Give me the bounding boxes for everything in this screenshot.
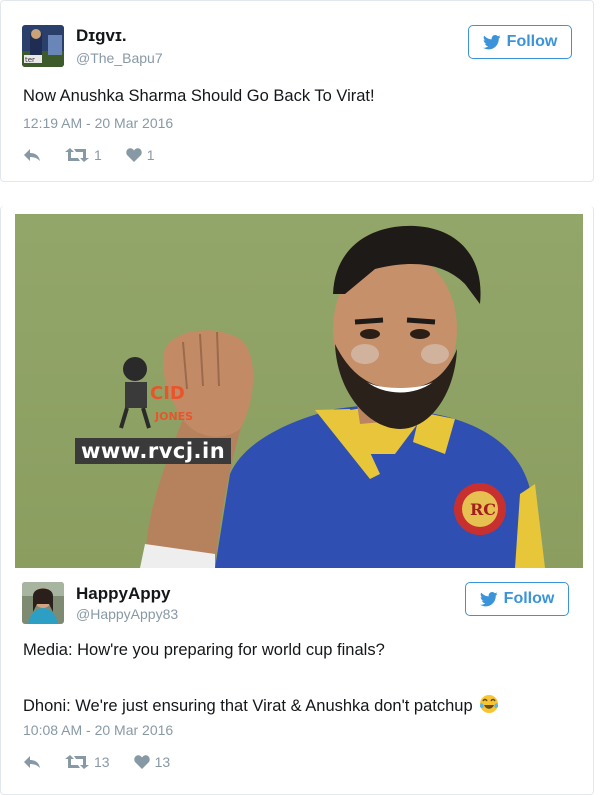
heart-icon (133, 755, 150, 769)
tweet-timestamp[interactable]: 10:08 AM - 20 Mar 2016 (23, 722, 173, 738)
like-count: 1 (146, 147, 155, 163)
rcb-badge-text: RC (470, 500, 496, 519)
tweet-text-line2-content: Dhoni: We're just ensuring that Virat & … (23, 697, 473, 715)
like-button[interactable]: 1 (126, 147, 155, 163)
tears-of-joy-emoji (479, 695, 498, 713)
avatar[interactable] (22, 582, 64, 624)
like-button[interactable]: 13 (133, 754, 171, 770)
retweet-button[interactable]: 1 (65, 147, 102, 163)
tweet-card-2: RC CID JONES www.rvcj.in HappyAppy @Happ… (0, 206, 594, 795)
tweet-actions: 1 1 (23, 147, 155, 163)
follow-label: Follow (503, 590, 555, 607)
retweet-count: 1 (94, 147, 102, 163)
cricket-player-photo: RC CID JONES (15, 214, 583, 568)
tweet-text-line1: Media: How're you preparing for world cu… (23, 641, 385, 659)
watermark-url: www.rvcj.in (75, 438, 232, 464)
reply-button[interactable] (23, 148, 41, 162)
retweet-icon (65, 755, 89, 769)
avatar-image: ter (22, 25, 64, 67)
tweet-timestamp[interactable]: 12:19 AM - 20 Mar 2016 (23, 115, 173, 131)
author-name[interactable]: Dɪgvɪ. (76, 26, 127, 46)
author-handle[interactable]: @HappyAppy83 (76, 606, 178, 622)
retweet-count: 13 (94, 754, 110, 770)
follow-button[interactable]: Follow (468, 25, 572, 59)
reply-icon (24, 149, 40, 161)
tweet-photo[interactable]: RC CID JONES www.rvcj.in (15, 214, 583, 568)
tweet-text: Now Anushka Sharma Should Go Back To Vir… (23, 87, 375, 105)
tweet-text-line2: Dhoni: We're just ensuring that Virat & … (23, 694, 499, 716)
reply-button[interactable] (23, 755, 41, 769)
twitter-bird-icon (482, 34, 501, 49)
tweet-screenshot-page: ter Dɪgvɪ. @The_Bapu7 Follow Now Anushka… (0, 0, 600, 795)
heart-icon (126, 148, 142, 162)
follow-label: Follow (506, 33, 558, 50)
avatar-image (22, 582, 64, 624)
author-handle[interactable]: @The_Bapu7 (76, 50, 163, 66)
author-name[interactable]: HappyAppy (76, 584, 170, 604)
like-count: 13 (154, 754, 171, 770)
tweet-card-1: ter Dɪgvɪ. @The_Bapu7 Follow Now Anushka… (0, 0, 594, 182)
follow-button[interactable]: Follow (465, 582, 569, 616)
avatar[interactable]: ter (22, 25, 64, 67)
twitter-bird-icon (479, 591, 498, 606)
retweet-icon (65, 148, 89, 162)
svg-text:JONES: JONES (154, 410, 193, 423)
tweet-actions: 13 13 (23, 754, 170, 770)
reply-icon (24, 756, 40, 768)
svg-text:CID: CID (150, 383, 185, 404)
retweet-button[interactable]: 13 (65, 754, 110, 770)
svg-text:ter: ter (25, 56, 35, 64)
